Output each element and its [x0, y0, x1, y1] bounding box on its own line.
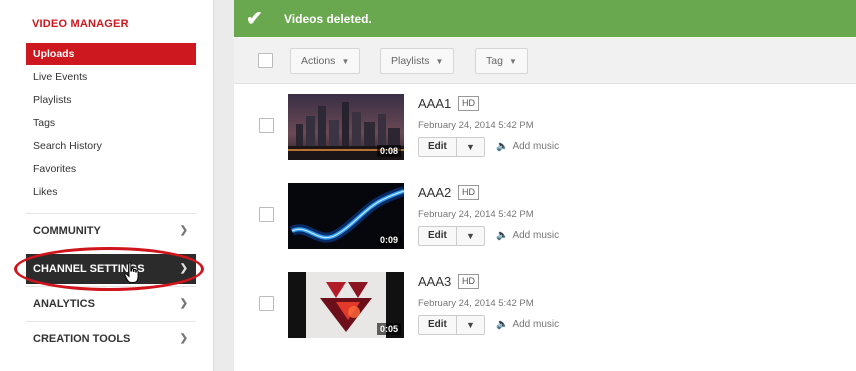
- video-checkbox[interactable]: [259, 118, 274, 133]
- add-music-link[interactable]: 🔈 Add music: [496, 230, 559, 241]
- sidebar: VIDEO MANAGER Uploads Live Events Playli…: [0, 0, 214, 371]
- hd-badge: HD: [458, 274, 479, 289]
- playlists-label: Playlists: [391, 55, 430, 67]
- sidebar-section-creation-tools[interactable]: CREATION TOOLS ❯: [26, 321, 196, 355]
- sidebar-section-label: ANALYTICS: [33, 298, 95, 310]
- video-thumbnail[interactable]: 0:05: [288, 272, 404, 338]
- edit-dropdown-button[interactable]: ▼: [457, 137, 485, 157]
- video-checkbox[interactable]: [259, 296, 274, 311]
- actions-button[interactable]: Actions ▼: [290, 48, 361, 74]
- edit-button[interactable]: Edit: [418, 226, 457, 246]
- hand-cursor-icon: [124, 262, 139, 283]
- sidebar-item-playlists[interactable]: Playlists: [26, 89, 196, 111]
- select-all-checkbox[interactable]: [258, 53, 273, 68]
- video-duration: 0:08: [376, 145, 401, 157]
- caret-down-icon: ▼: [435, 57, 444, 66]
- tag-button[interactable]: Tag ▼: [475, 48, 528, 74]
- video-duration: 0:05: [376, 323, 401, 335]
- edit-button[interactable]: Edit: [418, 315, 457, 335]
- video-checkbox[interactable]: [259, 207, 274, 222]
- tag-label: Tag: [486, 55, 503, 67]
- video-thumbnail[interactable]: 0:08: [288, 94, 404, 160]
- video-title[interactable]: AAA2: [418, 185, 451, 200]
- checkmark-icon: ✔: [246, 8, 263, 30]
- sidebar-section-analytics[interactable]: ANALYTICS ❯: [26, 286, 196, 320]
- speaker-icon: 🔈: [496, 230, 509, 241]
- sidebar-item-tags[interactable]: Tags: [26, 112, 196, 134]
- video-title[interactable]: AAA1: [418, 96, 451, 111]
- sidebar-section-channel-settings[interactable]: CHANNEL SETTINGS ❯: [26, 254, 196, 284]
- hd-badge: HD: [458, 96, 479, 111]
- sidebar-item-favorites[interactable]: Favorites: [26, 158, 196, 180]
- speaker-icon: 🔈: [496, 319, 509, 330]
- sidebar-section-community[interactable]: COMMUNITY ❯: [26, 213, 196, 247]
- add-music-link[interactable]: 🔈 Add music: [496, 141, 559, 152]
- chevron-down-icon: ❯: [179, 298, 188, 309]
- edit-dropdown-button[interactable]: ▼: [457, 226, 485, 246]
- actions-label: Actions: [301, 55, 336, 67]
- toolbar: Actions ▼ Playlists ▼ Tag ▼: [234, 38, 856, 84]
- video-row: 0:05 AAA3 HD February 24, 2014 5:42 PM E…: [234, 268, 856, 356]
- main-content: ✔ Videos deleted. Actions ▼ Playlists ▼ Ta…: [234, 0, 856, 371]
- video-row: 0:09 AAA2 HD February 24, 2014 5:42 PM E…: [234, 179, 856, 267]
- sidebar-item-live-events[interactable]: Live Events: [26, 66, 196, 88]
- video-date: February 24, 2014 5:42 PM: [418, 209, 534, 220]
- sidebar-item-likes[interactable]: Likes: [26, 181, 196, 203]
- video-thumbnail[interactable]: 0:09: [288, 183, 404, 249]
- hd-badge: HD: [458, 185, 479, 200]
- banner-message: Videos deleted.: [284, 12, 372, 26]
- caret-down-icon: ▼: [341, 57, 350, 66]
- video-duration: 0:09: [376, 234, 401, 246]
- sidebar-title: VIDEO MANAGER: [32, 18, 129, 30]
- video-title[interactable]: AAA3: [418, 274, 451, 289]
- video-date: February 24, 2014 5:42 PM: [418, 298, 534, 309]
- video-date: February 24, 2014 5:42 PM: [418, 120, 534, 131]
- playlists-button[interactable]: Playlists ▼: [380, 48, 455, 74]
- add-music-label: Add music: [512, 319, 560, 330]
- edit-button[interactable]: Edit: [418, 137, 457, 157]
- speaker-icon: 🔈: [496, 141, 509, 152]
- add-music-label: Add music: [512, 141, 560, 152]
- sidebar-section-label: CREATION TOOLS: [33, 333, 131, 345]
- chevron-down-icon: ❯: [179, 225, 188, 236]
- sidebar-item-search-history[interactable]: Search History: [26, 135, 196, 157]
- sidebar-section-label: COMMUNITY: [33, 225, 101, 237]
- edit-dropdown-button[interactable]: ▼: [457, 315, 485, 335]
- video-row: 0:08 AAA1 HD February 24, 2014 5:42 PM E…: [234, 90, 856, 178]
- success-banner: ✔ Videos deleted.: [234, 0, 856, 37]
- add-music-label: Add music: [512, 230, 560, 241]
- chevron-down-icon: ❯: [179, 263, 188, 274]
- add-music-link[interactable]: 🔈 Add music: [496, 319, 559, 330]
- chevron-down-icon: ❯: [179, 333, 188, 344]
- caret-down-icon: ▼: [508, 57, 517, 66]
- sidebar-item-uploads[interactable]: Uploads: [26, 43, 196, 65]
